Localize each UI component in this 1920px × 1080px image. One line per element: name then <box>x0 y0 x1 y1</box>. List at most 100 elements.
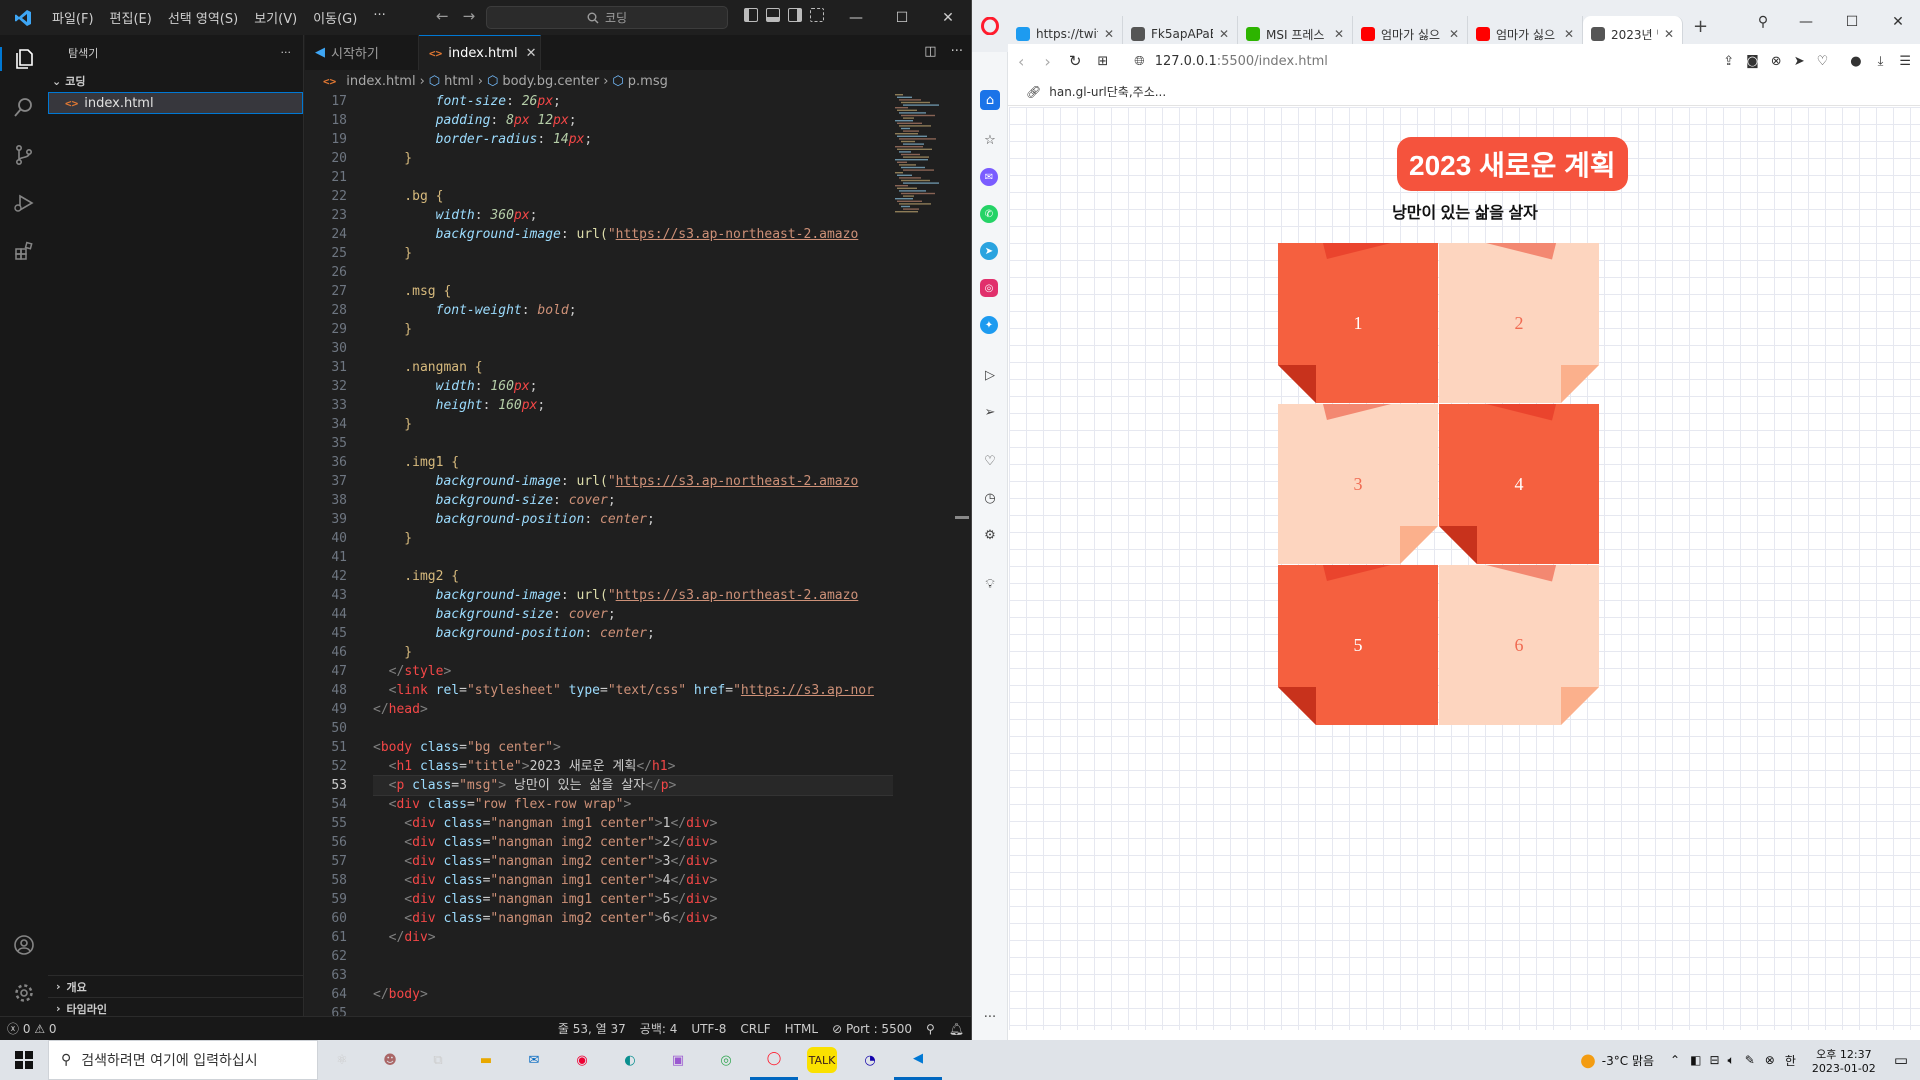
folder-header[interactable]: ⌄ 코딩 <box>48 70 303 92</box>
code-line[interactable] <box>373 263 893 282</box>
tray-app-icon[interactable]: ◧ <box>1690 1053 1701 1067</box>
browser-app-icon[interactable]: ◔ <box>846 1040 894 1080</box>
code-line[interactable] <box>373 966 893 985</box>
code-line[interactable]: } <box>373 244 893 263</box>
explorer-icon[interactable] <box>0 47 48 71</box>
menu-item[interactable]: 편집(E) <box>102 8 160 27</box>
code-line[interactable] <box>373 434 893 453</box>
mail-icon[interactable]: ✉ <box>510 1040 558 1080</box>
code-line[interactable]: } <box>373 643 893 662</box>
code-line[interactable]: </head> <box>373 700 893 719</box>
atom-app-icon[interactable]: ⚛ <box>318 1040 366 1080</box>
cursor-position[interactable]: 줄 53, 열 37 <box>551 1020 633 1037</box>
reload-icon[interactable]: ↻ <box>1069 52 1082 70</box>
more-dots-icon[interactable]: ··· <box>980 1007 1000 1027</box>
file-item-index-html[interactable]: <> index.html <box>48 92 303 114</box>
history-clock-icon[interactable]: ◷ <box>980 488 1000 508</box>
code-line[interactable]: background-position: center; <box>373 624 893 643</box>
toggle-panel-icon[interactable] <box>766 8 780 22</box>
outline-section[interactable]: › 개요 <box>48 975 304 997</box>
code-line[interactable]: <div class="nangman img2 center">2</div> <box>373 833 893 852</box>
code-line[interactable]: } <box>373 415 893 434</box>
menu-item[interactable]: 선택 영역(S) <box>160 8 246 27</box>
send-icon[interactable]: ➤ <box>1794 54 1805 69</box>
split-editor-icon[interactable]: ◫ <box>924 44 936 59</box>
tab-index-html[interactable]: <> index.html ✕ <box>419 35 541 70</box>
url-field[interactable]: 127.0.0.1:5500/index.html <box>1155 54 1328 69</box>
player-icon[interactable]: ▷ <box>980 365 1000 385</box>
language-mode[interactable]: HTML <box>778 1022 825 1036</box>
close-button[interactable]: ✕ <box>1875 5 1920 40</box>
share-icon[interactable]: ⇪ <box>1723 54 1734 69</box>
network-icon[interactable]: ⊟ <box>1709 1053 1719 1067</box>
messenger-icon[interactable]: ✉ <box>980 168 998 186</box>
code-line[interactable] <box>373 548 893 567</box>
code-line[interactable]: </style> <box>373 662 893 681</box>
customize-layout-icon[interactable] <box>810 8 824 22</box>
pen-icon[interactable]: ✎ <box>1745 1053 1755 1067</box>
search-icon[interactable] <box>12 95 36 119</box>
tab-close-icon[interactable]: ✕ <box>1104 27 1114 41</box>
speed-dial-grid-icon[interactable]: ⊞ <box>1097 54 1108 69</box>
settings-gear-icon[interactable]: ⚙ <box>980 525 1000 545</box>
ime-language[interactable]: 한 <box>1785 1052 1796 1069</box>
menu-item[interactable]: 이동(G) <box>305 8 365 27</box>
task-view-icon[interactable]: ⧉ <box>414 1040 462 1080</box>
favorites-heart-icon[interactable]: ♡ <box>980 451 1000 471</box>
code-line[interactable] <box>373 1004 893 1016</box>
code-line[interactable] <box>373 339 893 358</box>
source-control-icon[interactable] <box>12 143 36 167</box>
code-line[interactable]: background-position: center; <box>373 510 893 529</box>
opera-icon[interactable]: ◯ <box>750 1040 798 1080</box>
menu-item[interactable]: 파일(F) <box>44 8 102 27</box>
character-app-icon[interactable]: ☻ <box>366 1040 414 1080</box>
code-line[interactable]: .img1 { <box>373 453 893 472</box>
code-line[interactable]: font-size: 26px; <box>373 92 893 111</box>
new-tab-plus-icon[interactable]: + <box>1693 16 1708 37</box>
breadcrumb-item[interactable]: html <box>444 74 474 89</box>
code-line[interactable]: } <box>373 149 893 168</box>
code-line[interactable]: </body> <box>373 985 893 1004</box>
code-line[interactable]: background-image: url("https://s3.ap-nor… <box>373 586 893 605</box>
code-line[interactable]: <p class="msg"> 낭만이 있는 삶을 살자</p> <box>373 775 893 796</box>
end-of-line[interactable]: CRLF <box>733 1022 777 1036</box>
more-actions-icon[interactable]: ··· <box>951 44 963 59</box>
menu-item[interactable]: ··· <box>365 8 393 27</box>
problems-status[interactable]: ⓧ 0 ⚠ 0 <box>0 1020 64 1037</box>
indentation[interactable]: 공백: 4 <box>633 1020 685 1037</box>
clock[interactable]: 오후 12:37 2023-01-02 <box>1812 1046 1876 1075</box>
snapshot-camera-icon[interactable]: ◙ <box>1746 54 1759 69</box>
code-line[interactable]: background-size: cover; <box>373 491 893 510</box>
vscode-taskbar-icon[interactable]: ◀ <box>894 1040 942 1080</box>
forward-arrow-icon[interactable]: → <box>463 7 476 25</box>
code-line[interactable]: <h1 class="title">2023 새로운 계획</h1> <box>373 757 893 776</box>
code-line[interactable]: <div class="nangman img2 center">3</div> <box>373 852 893 871</box>
bookmark-heart-icon[interactable]: ♡ <box>1817 54 1829 69</box>
code-line[interactable]: background-size: cover; <box>373 605 893 624</box>
ime-mode-icon[interactable]: ⊗ <box>1765 1053 1775 1067</box>
telegram-icon[interactable]: ➤ <box>980 242 998 260</box>
tab-close-icon[interactable]: ✕ <box>1449 27 1459 41</box>
flow-send-icon[interactable]: ➢ <box>980 402 1000 422</box>
home-icon[interactable]: ⌂ <box>980 90 1000 110</box>
volume-icon[interactable]: 🔈︎ <box>1728 1053 1735 1068</box>
tips-bulb-icon[interactable]: 💡︎ <box>980 574 1000 594</box>
live-server-port[interactable]: ⊘ Port : 5500 <box>825 1022 919 1036</box>
toggle-secondary-sidebar-icon[interactable] <box>788 8 802 22</box>
bandicam-icon[interactable]: ◉ <box>558 1040 606 1080</box>
notification-center-icon[interactable]: ▭ <box>1894 1051 1908 1069</box>
code-line[interactable]: </div> <box>373 928 893 947</box>
code-line[interactable]: padding: 8px 12px; <box>373 111 893 130</box>
code-line[interactable]: border-radius: 14px; <box>373 130 893 149</box>
weather-text[interactable]: -3°C 맑음 <box>1602 1052 1654 1069</box>
code-line[interactable]: <link rel="stylesheet" type="text/css" h… <box>373 681 893 700</box>
encoding[interactable]: UTF-8 <box>684 1022 733 1036</box>
weather-sun-icon[interactable]: ● <box>1580 1050 1596 1071</box>
tab-close-icon[interactable]: ✕ <box>1564 27 1574 41</box>
code-line[interactable]: .img2 { <box>373 567 893 586</box>
tab-close-icon[interactable]: ✕ <box>1664 27 1674 41</box>
code-line[interactable]: height: 160px; <box>373 396 893 415</box>
code-line[interactable] <box>373 947 893 966</box>
scrollbar-position-marker[interactable] <box>955 516 969 519</box>
instagram-icon[interactable]: ◎ <box>980 279 998 297</box>
